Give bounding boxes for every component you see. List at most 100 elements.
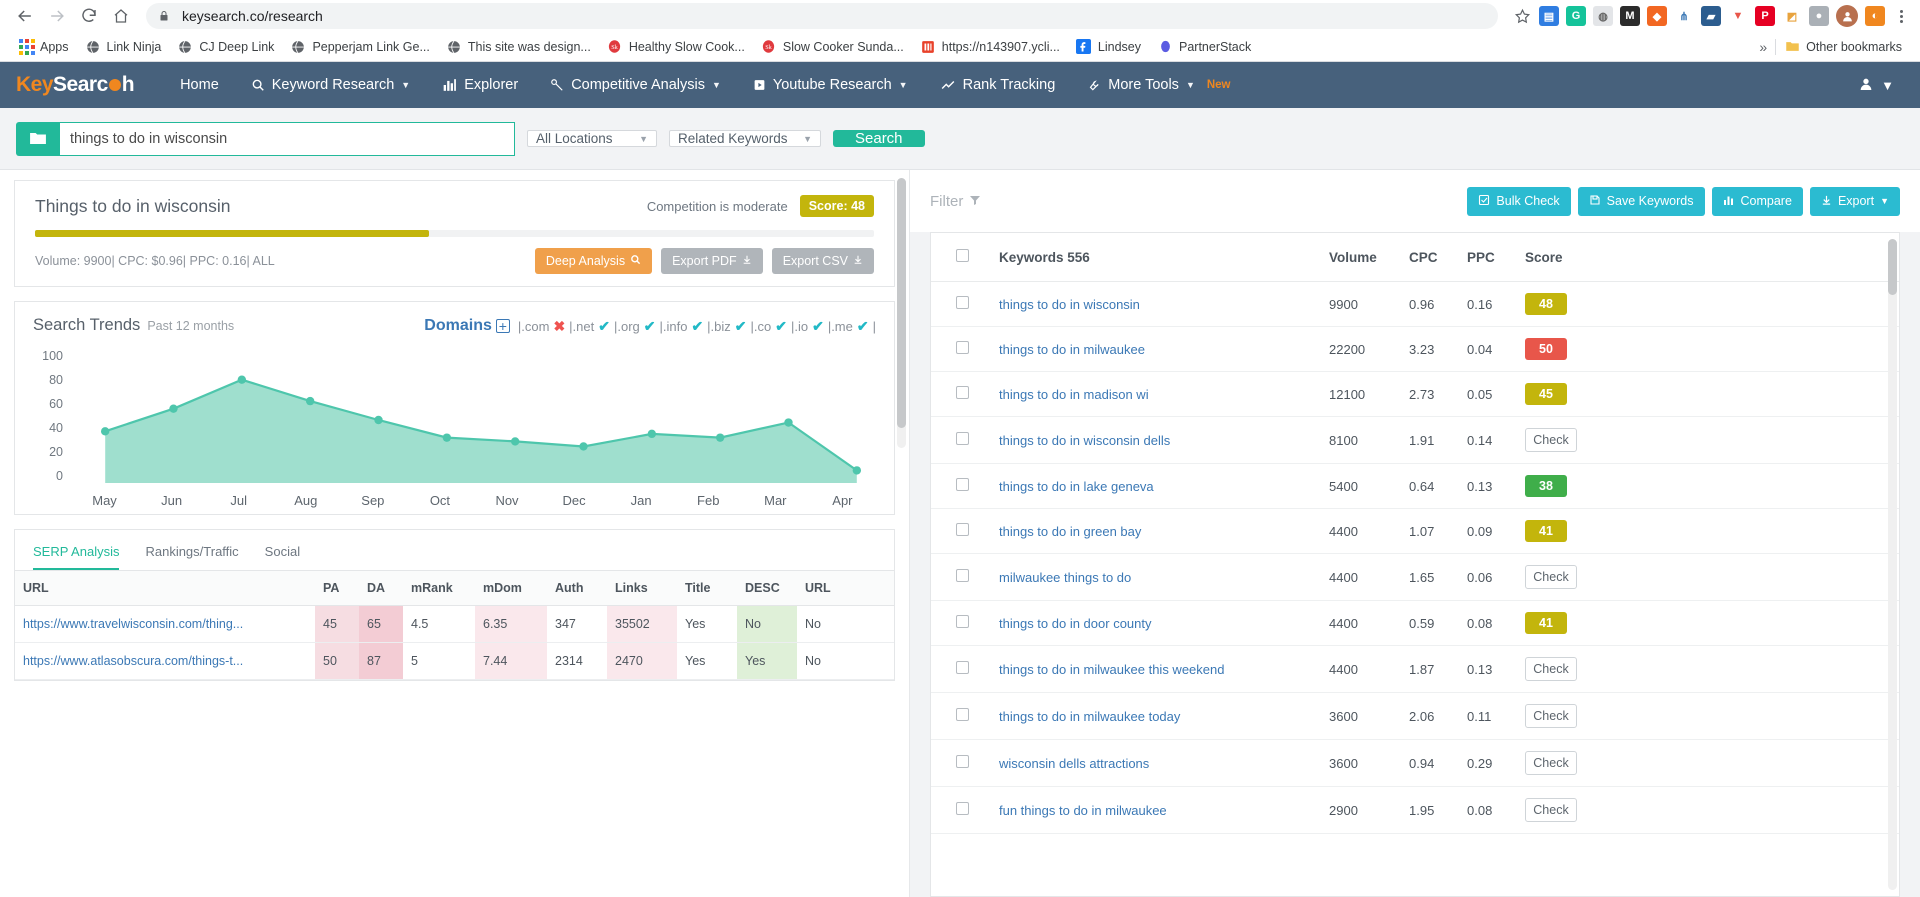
chart-data-point[interactable] [579,442,588,451]
filter-button[interactable]: Filter [930,193,981,210]
chart-data-point[interactable] [442,433,452,442]
export-pdf-button[interactable]: Export PDF [661,248,763,274]
bookmark-slow-cooker-sunday[interactable]: Sk Slow Cooker Sunda... [753,36,912,58]
left-scrollbar-thumb[interactable] [897,178,906,428]
row-checkbox[interactable] [955,708,969,721]
row-checkbox[interactable] [955,615,969,628]
nav-item-keyword-research[interactable]: Keyword Research ▼ [235,62,426,108]
export-button[interactable]: Export ▼ [1809,186,1900,216]
tab-rankings-traffic[interactable]: Rankings/Traffic [145,544,238,570]
bookmark-pepperjam[interactable]: Pepperjam Link Ge... [282,36,437,58]
extension-icon-1[interactable]: ▤ [1539,6,1559,26]
chart-data-point[interactable] [305,396,315,406]
nav-item-explorer[interactable]: Explorer [426,62,534,108]
chart-data-point[interactable] [647,429,657,439]
row-checkbox[interactable] [955,296,969,309]
bookmark-partnerstack[interactable]: PartnerStack [1149,36,1259,58]
extension-icon-pinterest[interactable]: P [1755,6,1775,26]
check-button[interactable]: Check [1525,704,1577,728]
extension-icon-8[interactable]: ◐ [1865,6,1885,26]
bookmark-link-ninja[interactable]: Link Ninja [77,36,170,58]
keyword-link[interactable]: things to do in madison wi [999,387,1149,402]
nav-item-competitive-analysis[interactable]: Competitive Analysis ▼ [534,62,737,108]
chart-data-point[interactable] [169,404,178,413]
save-keywords-button[interactable]: Save Keywords [1577,186,1705,216]
compare-button[interactable]: Compare [1711,186,1803,216]
row-checkbox[interactable] [955,569,969,582]
star-icon[interactable] [1512,6,1532,26]
bookmark-lindsey[interactable]: Lindsey [1068,36,1149,58]
keyword-link[interactable]: things to do in wisconsin [999,297,1140,312]
bookmark-apps[interactable]: Apps [10,36,77,58]
back-arrow-icon[interactable] [10,1,40,31]
extension-icon-grammarly[interactable]: G [1566,6,1586,26]
bookmark-cj-deep-link[interactable]: CJ Deep Link [169,36,282,58]
chart-data-point[interactable] [715,433,725,442]
extension-icon-2[interactable]: ◍ [1593,6,1613,26]
extension-icon-buffer[interactable]: ▰ [1701,6,1721,26]
check-button[interactable]: Check [1525,751,1577,775]
extension-icon-4[interactable]: ⋔ [1674,6,1694,26]
home-icon[interactable] [106,1,136,31]
nav-item-more-tools[interactable]: More Tools ▼ New [1071,62,1246,108]
chart-data-point[interactable] [237,375,247,384]
avatar[interactable] [1836,5,1858,27]
check-button[interactable]: Check [1525,428,1577,452]
chart-data-point[interactable] [852,466,862,475]
row-checkbox[interactable] [955,802,969,815]
chart-data-point[interactable] [374,415,383,425]
check-button[interactable]: Check [1525,565,1577,589]
nav-item-youtube-research[interactable]: Youtube Research ▼ [737,62,924,108]
tab-serp-analysis[interactable]: SERP Analysis [33,544,120,570]
keyword-link[interactable]: things to do in lake geneva [999,479,1154,494]
row-checkbox[interactable] [955,478,969,491]
row-checkbox[interactable] [955,386,969,399]
select-all-checkbox[interactable] [955,249,969,262]
serp-url-link[interactable]: https://www.atlasobscura.com/things-t... [23,654,243,668]
bookmark-ycli-link[interactable]: https://n143907.ycli... [912,36,1068,58]
search-input[interactable] [60,121,515,156]
keywords-scrollbar-thumb[interactable] [1888,239,1897,295]
row-checkbox[interactable] [955,341,969,354]
keyword-link[interactable]: things to do in wisconsin dells [999,433,1170,448]
chart-data-point[interactable] [510,437,520,446]
bookmark-healthy-slow-cooker[interactable]: Sk Healthy Slow Cook... [599,36,753,58]
keysearch-logo[interactable]: Key Searc h [16,73,135,97]
keyword-link[interactable]: wisconsin dells attractions [999,756,1149,771]
extension-icon-5[interactable]: ▼ [1728,6,1748,26]
export-csv-button[interactable]: Export CSV [771,248,874,274]
extension-icon-6[interactable]: ◩ [1782,6,1802,26]
deep-analysis-button[interactable]: Deep Analysis [534,248,653,274]
nav-item-rank-tracking[interactable]: Rank Tracking [924,62,1072,108]
plus-box-icon[interactable]: + [495,319,510,333]
keyword-link[interactable]: things to do in milwaukee this weekend [999,662,1224,677]
chart-data-point[interactable] [784,418,793,427]
extension-icon-3[interactable]: ◆ [1647,6,1667,26]
location-select[interactable]: All Locations ▼ [527,130,657,147]
nav-item-home[interactable]: Home [164,62,235,108]
serp-url-link[interactable]: https://www.travelwisconsin.com/thing... [23,617,243,631]
other-bookmarks-folder[interactable]: Other bookmarks [1776,36,1910,58]
row-checkbox[interactable] [955,661,969,674]
reload-icon[interactable] [74,1,104,31]
bulk-check-button[interactable]: Bulk Check [1467,186,1571,216]
bookmark-this-site[interactable]: This site was design... [438,36,599,58]
keyword-link[interactable]: things to do in door county [999,616,1152,631]
row-checkbox[interactable] [955,523,969,536]
user-icon[interactable] [1858,76,1874,95]
bookmarks-overflow-button[interactable]: » [1751,39,1775,55]
chart-data-point[interactable] [100,427,110,436]
keywords-scrollbar-track[interactable] [1888,239,1897,890]
check-button[interactable]: Check [1525,657,1577,681]
keyword-link[interactable]: things to do in green bay [999,524,1141,539]
row-checkbox[interactable] [955,432,969,445]
keyword-link[interactable]: things to do in milwaukee today [999,709,1180,724]
keyword-link[interactable]: fun things to do in milwaukee [999,803,1167,818]
folder-icon[interactable] [16,121,60,156]
chevron-down-icon[interactable]: ▼ [1881,78,1894,93]
tab-social[interactable]: Social [265,544,300,570]
three-dot-menu-icon[interactable] [1892,9,1910,23]
extension-icon-7[interactable]: ● [1809,6,1829,26]
keyword-link[interactable]: milwaukee things to do [999,570,1131,585]
search-button[interactable]: Search [833,130,925,147]
